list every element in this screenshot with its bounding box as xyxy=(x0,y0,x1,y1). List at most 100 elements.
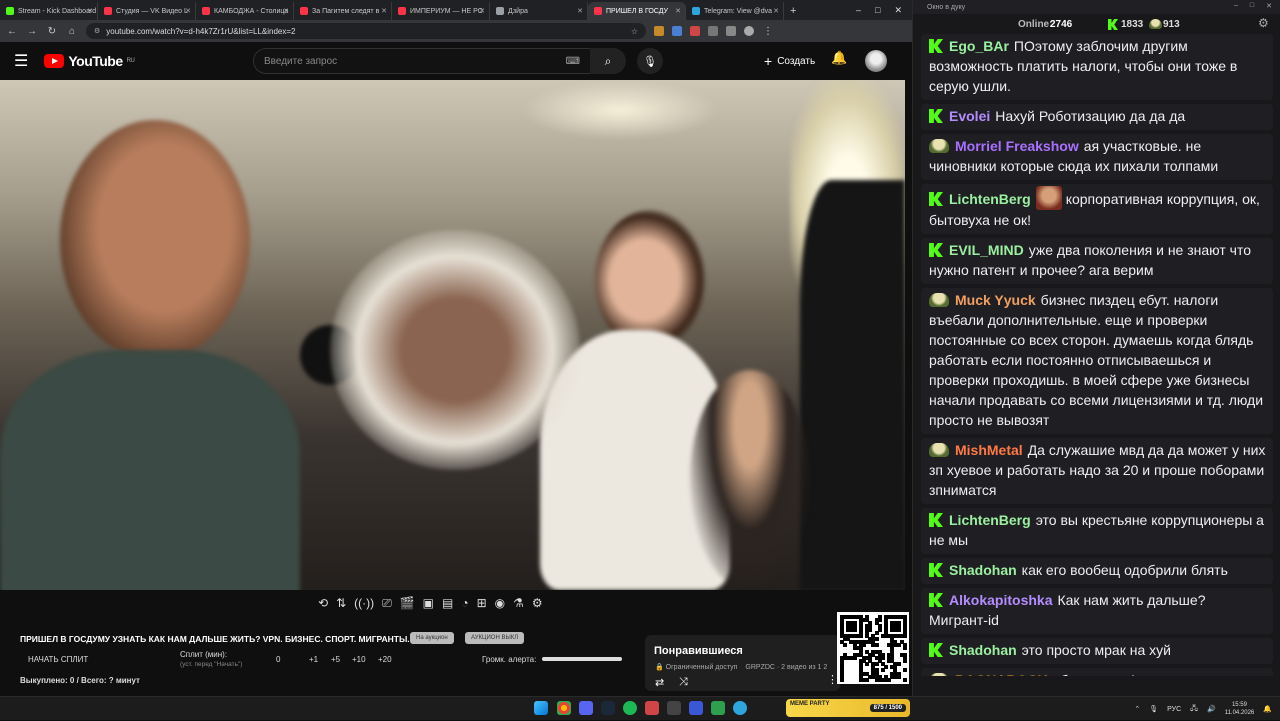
subtitles-icon[interactable]: ▤ xyxy=(442,596,453,611)
sort-icon[interactable]: ⇅ xyxy=(336,596,346,611)
notifications-bell-icon[interactable]: 🔔 xyxy=(831,50,847,66)
maximize-icon[interactable]: □ xyxy=(1250,2,1254,10)
speed-icon[interactable]: ◔ xyxy=(461,596,468,611)
close-icon[interactable]: ✕ xyxy=(894,5,902,16)
new-tab-button[interactable]: + xyxy=(784,2,802,20)
app-icon[interactable] xyxy=(689,701,703,715)
split-plus-20-button[interactable]: +20 xyxy=(378,655,392,664)
create-button[interactable]: + Создать xyxy=(754,48,826,74)
minimize-icon[interactable]: – xyxy=(856,5,861,15)
app-icon[interactable] xyxy=(711,701,725,715)
chat-username[interactable]: Shadohan xyxy=(949,562,1017,578)
avatar[interactable] xyxy=(865,50,887,72)
start-split-button[interactable]: НАЧАТЬ СПЛИТ xyxy=(28,655,88,664)
split-plus-5-button[interactable]: +5 xyxy=(331,655,340,664)
clock[interactable]: 15:59 11.04.2026 xyxy=(1225,701,1255,717)
video-player[interactable] xyxy=(0,80,905,590)
reload-icon[interactable]: ↻ xyxy=(46,26,58,37)
browser-tab[interactable]: Telegram: View @dva ✕ xyxy=(686,2,784,20)
browser-tab[interactable]: За Пагитем следят в ✕ xyxy=(294,2,392,20)
browser-tab[interactable]: Студия — VK Видео L ✕ xyxy=(98,2,196,20)
site-info-icon[interactable]: ⚙ xyxy=(94,27,100,35)
miniplayer-icon[interactable]: ▣ xyxy=(423,596,434,611)
tab-close-icon[interactable]: ✕ xyxy=(87,7,93,15)
extension-icon[interactable] xyxy=(654,26,664,36)
chat-username[interactable]: LichtenBerg xyxy=(949,512,1031,528)
browser-tab[interactable]: Дзйра ✕ xyxy=(490,2,588,20)
volume-icon[interactable]: 🔊 xyxy=(1207,705,1216,713)
search-button[interactable]: ⌕ xyxy=(590,48,626,74)
settings-gear-icon[interactable]: ⚙ xyxy=(1258,16,1269,30)
notifications-icon[interactable]: 🔔 xyxy=(1263,705,1272,713)
chat-username[interactable]: Alkokapitoshka xyxy=(949,592,1052,608)
browser-tab[interactable]: ИМПЕРИУМ — НЕ РС ✕ xyxy=(392,2,490,20)
chevron-up-icon[interactable]: ⌃ xyxy=(1134,705,1140,713)
windows-start-icon[interactable] xyxy=(534,701,548,715)
maximize-icon[interactable]: □ xyxy=(875,5,880,15)
broadcast-icon[interactable]: ((·)) xyxy=(354,596,374,611)
chat-username[interactable]: MishMetal xyxy=(955,442,1023,458)
spotify-icon[interactable] xyxy=(623,701,637,715)
tab-close-icon[interactable]: ✕ xyxy=(381,7,387,15)
voice-search-button[interactable]: 🎙 xyxy=(637,48,663,74)
minimize-icon[interactable]: – xyxy=(1234,2,1238,10)
tab-close-icon[interactable]: ✕ xyxy=(675,7,681,15)
discord-icon[interactable] xyxy=(579,701,593,715)
app-icon[interactable] xyxy=(645,701,659,715)
chat-username[interactable]: Evolei xyxy=(949,108,990,124)
browser-tab[interactable]: Stream - Kick Dashboard ✕ xyxy=(0,2,98,20)
keyboard-icon[interactable]: ⌨ xyxy=(566,56,580,67)
tab-close-icon[interactable]: ✕ xyxy=(283,7,289,15)
chat-username[interactable]: Muck Yyuck xyxy=(955,292,1036,308)
search-input[interactable]: Введите запрос ⌨ xyxy=(253,48,625,74)
loop-playlist-icon[interactable]: ⇄ xyxy=(655,676,664,689)
split-plus-10-button[interactable]: +10 xyxy=(352,655,366,664)
split-plus-1-button[interactable]: +1 xyxy=(309,655,318,664)
split-value[interactable]: 0 xyxy=(276,655,280,664)
extension-icon[interactable] xyxy=(726,26,736,36)
loop-icon[interactable]: ⟲ xyxy=(318,596,328,611)
close-icon[interactable]: ✕ xyxy=(1266,2,1272,10)
auction-pill[interactable]: На аукцион xyxy=(410,632,454,644)
menu-dots-icon[interactable]: ⋮ xyxy=(762,26,774,37)
extension-icon[interactable] xyxy=(672,26,682,36)
tab-close-icon[interactable]: ✕ xyxy=(479,7,485,15)
liked-heading[interactable]: Понравившиеся xyxy=(654,645,743,657)
chrome-icon[interactable] xyxy=(557,701,571,715)
tab-close-icon[interactable]: ✕ xyxy=(773,7,779,15)
telegram-icon[interactable] xyxy=(733,701,747,715)
extensions-puzzle-icon[interactable] xyxy=(708,26,718,36)
mic-icon[interactable]: 🎙 xyxy=(1149,705,1158,713)
chat-username[interactable]: EVIL_MIND xyxy=(949,242,1024,258)
youtube-logo[interactable]: YouTube RU xyxy=(44,53,135,69)
settings-gear-icon[interactable]: ⚙ xyxy=(532,596,543,611)
tab-close-icon[interactable]: ✕ xyxy=(577,7,583,15)
flask-icon[interactable]: ⚗ xyxy=(513,596,524,611)
add-icon[interactable]: ⊞ xyxy=(477,596,487,611)
chat-username[interactable]: LichtenBerg xyxy=(949,191,1031,207)
hamburger-menu-icon[interactable]: ☰ xyxy=(14,51,28,71)
cast-icon[interactable]: ⎚ xyxy=(382,596,392,611)
clapperboard-icon[interactable]: 🎬 xyxy=(400,596,415,611)
home-icon[interactable]: ⌂ xyxy=(66,26,78,37)
chat-username[interactable]: Ego_BAr xyxy=(949,38,1009,54)
browser-tab[interactable]: КАМБОДЖА - Столица ✕ xyxy=(196,2,294,20)
language-indicator[interactable]: РУС xyxy=(1167,706,1181,713)
steam-icon[interactable] xyxy=(601,701,615,715)
auction-off-pill[interactable]: АУКЦИОН ВЫКЛ xyxy=(465,632,525,644)
meme-party-widget[interactable]: MEME PARTY 875 / 1500 xyxy=(786,699,910,717)
url-field[interactable]: ⚙ youtube.com/watch?v=d-h4k7Zr1rU&list=L… xyxy=(86,23,646,39)
chat-username[interactable]: Shadohan xyxy=(949,642,1017,658)
tab-close-icon[interactable]: ✕ xyxy=(185,7,191,15)
chat-username[interactable]: Morriel Freakshow xyxy=(955,138,1079,154)
forward-arrow-icon[interactable]: → xyxy=(26,26,38,37)
screenshot-icon[interactable]: ◉ xyxy=(495,596,505,611)
profile-icon[interactable] xyxy=(744,26,754,36)
bookmark-star-icon[interactable]: ☆ xyxy=(631,27,638,36)
browser-tab[interactable]: ПРИШЕЛ В ГОСДУ ✕ xyxy=(588,2,686,20)
network-icon[interactable]: 🖧 xyxy=(1190,704,1198,715)
back-arrow-icon[interactable]: ← xyxy=(6,26,18,37)
extension-icon[interactable] xyxy=(690,26,700,36)
app-icon[interactable] xyxy=(667,701,681,715)
alert-volume-slider[interactable] xyxy=(542,657,622,661)
